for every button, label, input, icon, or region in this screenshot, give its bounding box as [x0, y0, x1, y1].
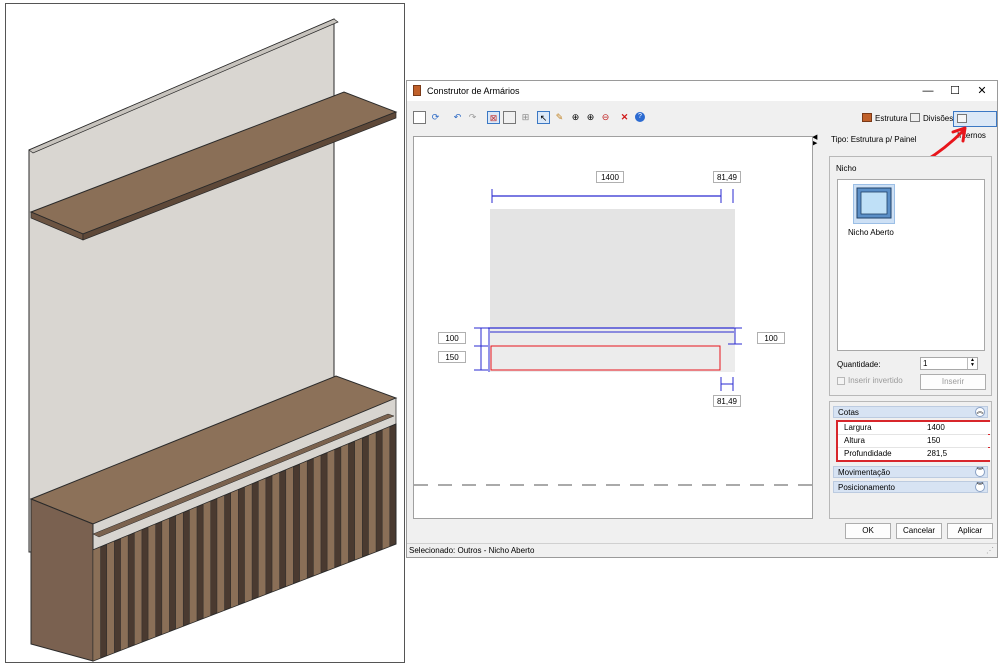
cabinet-slat — [202, 500, 212, 619]
niche-area — [490, 327, 735, 372]
status-bar: Selecionado: Outros - Nicho Aberto ⋰ — [407, 543, 997, 557]
cotas-row-altura[interactable]: Altura 150 — [838, 435, 991, 448]
maximize-button[interactable]: ☐ — [942, 81, 968, 101]
cabinet-slat — [120, 535, 129, 651]
cabinet-slat — [313, 454, 322, 577]
dim-top-width[interactable]: 1400 — [596, 171, 624, 183]
redo-icon[interactable]: ↷ — [466, 111, 479, 124]
panel-area — [490, 209, 735, 327]
dim-right[interactable]: 100 — [757, 332, 785, 344]
cabinet-slat — [299, 460, 308, 582]
nicho-group-label: Nicho — [836, 164, 857, 173]
insert-inverted-label: Inserir invertido — [848, 376, 903, 385]
dim-left-lower[interactable]: 150 — [438, 351, 466, 363]
render-preview-panel — [5, 3, 405, 663]
cabinet-slat — [285, 466, 294, 587]
cancel-button[interactable]: Cancelar — [896, 523, 942, 539]
expand-icon[interactable]: ︾ — [975, 467, 985, 477]
cotas-header[interactable]: Cotas ︽ — [833, 406, 988, 418]
select-cursor-icon[interactable]: ↖ — [537, 111, 550, 124]
structure-icon — [862, 113, 872, 122]
cotas-row-largura[interactable]: Largura 1400 — [838, 422, 991, 435]
cabinet-slat — [244, 483, 253, 603]
cabinet-slat — [175, 512, 184, 630]
dim-bottom-right[interactable]: 81,49 — [713, 395, 741, 407]
furniture-render — [28, 18, 398, 662]
collapse-icon[interactable]: ︽ — [975, 407, 985, 417]
quantity-input[interactable]: 1 ▲ ▼ — [920, 357, 978, 370]
dim-left-upper[interactable]: 100 — [438, 332, 466, 344]
sheet-icon[interactable] — [503, 111, 516, 124]
cabinet-slat — [92, 546, 101, 662]
resize-grip-icon[interactable]: ⋰ — [986, 546, 994, 555]
cabinet-slat — [106, 540, 115, 657]
quantity-spinner-icon[interactable]: ▲ ▼ — [967, 358, 977, 369]
cotas-table: Largura 1400 Altura 150 Profundidade 281… — [836, 420, 991, 462]
tab-estrutura[interactable]: Estrutura — [859, 111, 910, 127]
delete-icon[interactable]: ✕ — [618, 111, 631, 124]
cabinet-slat — [326, 449, 335, 571]
internals-icon — [957, 114, 967, 123]
cabinet-slat — [340, 443, 349, 566]
insert-inverted-checkbox[interactable] — [837, 377, 845, 385]
cabinet-slat — [161, 517, 170, 635]
cabinet-slat — [134, 529, 143, 646]
new-icon[interactable] — [413, 111, 426, 124]
posicionamento-header[interactable]: Posicionamento ︾ — [833, 481, 988, 493]
cabinet-builder-dialog: Construtor de Armários — ☐ ✕ ⟳ ↶ ↷ ⊠ ⊞ ↖… — [406, 80, 998, 558]
refresh-icon[interactable]: ⟳ — [429, 111, 442, 124]
zoom-fit-icon[interactable]: ⊕ — [569, 111, 582, 124]
undo-icon[interactable]: ↶ — [451, 111, 464, 124]
title-bar: Construtor de Armários — ☐ ✕ — [407, 81, 997, 101]
nicho-item-selected[interactable] — [853, 184, 895, 224]
type-label: Tipo: Estrutura p/ Painel — [831, 135, 917, 144]
minimize-button[interactable]: — — [915, 81, 941, 101]
grid-icon — [910, 113, 920, 122]
apply-button[interactable]: Aplicar — [947, 523, 993, 539]
ok-button[interactable]: OK — [845, 523, 891, 539]
properties-group: Cotas ︽ Largura 1400 Altura 150 Profundi… — [829, 401, 992, 519]
toolbar: ⟳ ↶ ↷ ⊠ ⊞ ↖ ✎ ⊕ ⊕ ⊖ ✕ ? — [413, 111, 653, 125]
insert-button[interactable]: Inserir — [920, 374, 986, 390]
cabinet-slat — [230, 489, 239, 609]
window-title: Construtor de Armários — [427, 86, 520, 96]
cabinet-slat — [147, 523, 156, 641]
cotas-row-profundidade[interactable]: Profundidade 281,5 — [838, 448, 991, 461]
nicho-open-icon — [856, 187, 892, 219]
cabinet-slat — [216, 494, 225, 614]
cabinet-slat — [258, 477, 267, 598]
nicho-list: Nicho Aberto — [837, 179, 985, 351]
cabinet-slat — [189, 506, 198, 625]
nicho-item-label[interactable]: Nicho Aberto — [848, 228, 894, 237]
drawing-svg — [414, 189, 812, 486]
movimentacao-header[interactable]: Movimentação ︾ — [833, 466, 988, 478]
status-text: Selecionado: Outros - Nicho Aberto — [409, 546, 535, 555]
drawing-canvas[interactable]: 1400 81,49 100 150 100 81,49 — [413, 136, 813, 519]
cabinet-slat — [271, 472, 280, 593]
help-icon[interactable]: ? — [635, 112, 645, 122]
expand-icon[interactable]: ︾ — [975, 482, 985, 492]
toggle-view-icon[interactable]: ⊠ — [487, 111, 500, 124]
cabinet-slat — [368, 431, 377, 556]
zoom-out-icon[interactable]: ⊖ — [599, 111, 612, 124]
nicho-group: Nicho Nicho Aberto Quantidade: 1 ▲ ▼ Inse… — [829, 156, 992, 396]
table-icon[interactable]: ⊞ — [519, 111, 532, 124]
quantity-label: Quantidade: — [837, 360, 881, 369]
cabinet-slat — [354, 437, 363, 561]
cabinet-side — [30, 498, 94, 662]
zoom-in-icon[interactable]: ⊕ — [584, 111, 597, 124]
app-icon — [413, 85, 421, 96]
cabinet-slat — [381, 426, 391, 550]
edit-icon[interactable]: ✎ — [553, 111, 566, 124]
close-button[interactable]: ✕ — [969, 81, 995, 101]
dim-top-right[interactable]: 81,49 — [713, 171, 741, 183]
